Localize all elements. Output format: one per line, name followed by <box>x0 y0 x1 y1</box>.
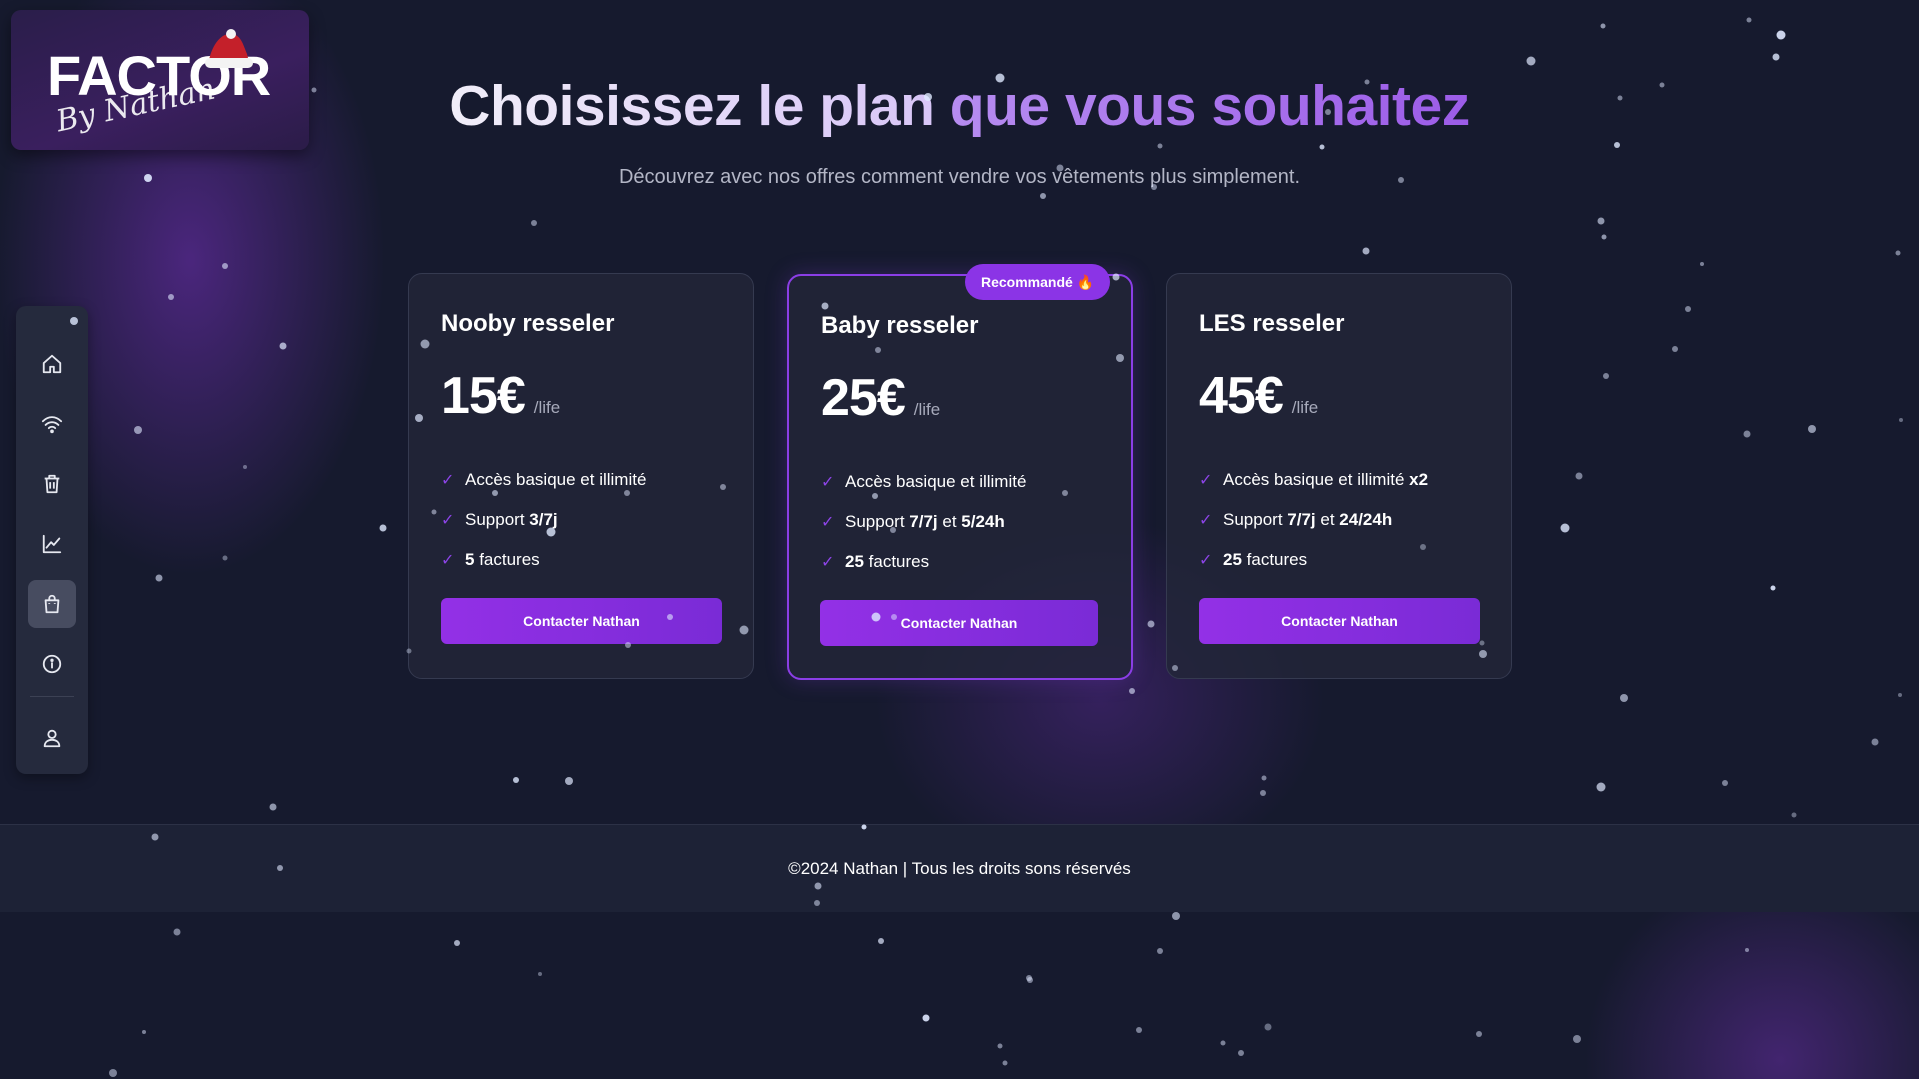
price-row: 25€ /life <box>821 368 940 428</box>
price-row: 45€ /life <box>1199 366 1318 426</box>
plan-period: /life <box>1291 398 1319 417</box>
plan-price: 15€ <box>441 367 526 425</box>
feature-item: ✓ Support 3/7j <box>441 510 558 529</box>
check-icon: ✓ <box>441 552 455 569</box>
check-icon: ✓ <box>441 512 455 529</box>
plan-card-baby: Recommandé 🔥 Baby resseler 25€ /life ✓ Acc… <box>787 264 1133 680</box>
price-row: 15€ /life <box>441 366 560 426</box>
page-subtitle: Découvrez avec nos offres comment vendre… <box>618 166 1301 188</box>
check-icon: ✓ <box>821 514 835 531</box>
info-icon <box>42 654 62 674</box>
plan-period: /life <box>533 398 561 417</box>
feature-list: ✓ Accès basique et illimité ✓ Support 7/7j… <box>821 462 1026 582</box>
feature-list: ✓ Accès basique et illimité x2 ✓ Support 7… <box>1199 460 1428 580</box>
sidebar-item-shop[interactable] <box>28 580 76 628</box>
sidebar-item-profile[interactable] <box>28 714 76 762</box>
sidebar <box>16 306 88 774</box>
check-icon: ✓ <box>441 472 455 489</box>
plan-name: Baby resseler <box>821 312 979 339</box>
sidebar-item-trash[interactable] <box>28 460 76 508</box>
plan-card-nooby: Nooby resseler 15€ /life ✓ Accès basique … <box>408 273 754 679</box>
contact-button[interactable]: Contacter Nathan <box>1199 598 1480 644</box>
check-icon: ✓ <box>1199 552 1213 569</box>
sidebar-item-home[interactable] <box>28 340 76 388</box>
sidebar-item-wifi[interactable] <box>28 400 76 448</box>
trash-icon <box>44 474 60 494</box>
fire-icon: 🔥 <box>1076 274 1095 290</box>
check-icon: ✓ <box>1199 512 1213 529</box>
feature-item: ✓ Support 7/7j et 5/24h <box>821 512 1005 531</box>
page-title-part2: que vous souhaitez <box>949 74 1470 138</box>
contact-button[interactable]: Contacter Nathan <box>820 600 1098 646</box>
footer-copyright: ©2024 Nathan | Tous les droits sons rése… <box>788 859 1131 878</box>
plan-period: /life <box>913 400 941 419</box>
check-icon: ✓ <box>821 554 835 571</box>
feature-item: ✓ Accès basique et illimité <box>821 472 1027 491</box>
feature-item: ✓ 5 factures <box>441 550 540 569</box>
check-icon: ✓ <box>1199 472 1213 489</box>
footer: ©2024 Nathan | Tous les droits sons rése… <box>0 824 1919 912</box>
plan-price: 45€ <box>1199 367 1284 425</box>
feature-item: ✓ 25 factures <box>1199 550 1308 569</box>
shopping-bag-icon <box>44 594 60 614</box>
recommended-badge: Recommandé 🔥 <box>965 264 1111 300</box>
sidebar-divider <box>30 696 74 697</box>
sidebar-item-stats[interactable] <box>28 520 76 568</box>
plan-name: LES resseler <box>1199 310 1345 337</box>
home-icon <box>42 354 62 374</box>
feature-item: ✓ Support 7/7j et 24/24h <box>1199 510 1393 529</box>
page-title-part1: Choisissez le plan <box>449 74 950 138</box>
plan-card-les: LES resseler 45€ /life ✓ Accès basique et… <box>1166 273 1512 679</box>
feature-item: ✓ 25 factures <box>821 552 930 571</box>
feature-item: ✓ Accès basique et illimité <box>441 470 647 489</box>
wifi-icon <box>41 416 63 434</box>
feature-item: ✓ Accès basique et illimité x2 <box>1199 470 1429 489</box>
santa-hat-icon <box>205 29 253 68</box>
check-icon: ✓ <box>821 474 835 491</box>
plan-name: Nooby resseler <box>441 310 615 337</box>
plan-price: 25€ <box>821 369 906 427</box>
page-title: Choisissez le plan que vous souhaitez <box>0 72 1919 140</box>
contact-button[interactable]: Contacter Nathan <box>441 598 722 644</box>
sidebar-item-info[interactable] <box>28 640 76 688</box>
user-icon <box>43 729 61 748</box>
feature-list: ✓ Accès basique et illimité ✓ Support 3/7j… <box>441 460 646 580</box>
chart-line-icon <box>42 534 62 554</box>
